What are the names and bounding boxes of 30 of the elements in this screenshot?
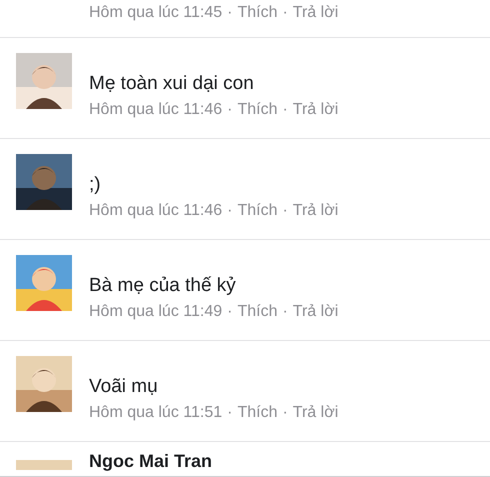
- comment-time: Hôm qua lúc 11:46: [89, 201, 222, 221]
- comment-text: Mẹ toàn xui dại con: [89, 72, 255, 96]
- like-link[interactable]: Thích: [237, 400, 278, 426]
- separator-dot: ·: [227, 201, 232, 221]
- like-link[interactable]: Thích: [237, 0, 278, 26]
- separator-dot: ·: [227, 302, 232, 322]
- comment-time: Hôm qua lúc 11:49: [89, 302, 222, 322]
- comment-text: Voãi mụ: [89, 375, 159, 399]
- comment-text: ;): [89, 173, 102, 197]
- like-link[interactable]: Thích: [237, 299, 278, 325]
- separator-dot: ·: [227, 403, 232, 423]
- reply-link[interactable]: Trả lời: [292, 97, 338, 123]
- comment-text: Bà mẹ của thế kỷ: [89, 274, 237, 298]
- commenter-name[interactable]: Ngoc Mai Tran: [89, 452, 212, 476]
- comment-time: Hôm qua lúc 11:46: [89, 100, 222, 120]
- like-link[interactable]: Thích: [237, 97, 278, 123]
- separator-dot: ·: [282, 3, 288, 23]
- separator-dot: ·: [227, 3, 232, 23]
- reply-link[interactable]: Trả lời: [292, 198, 338, 224]
- separator-dot: ·: [227, 100, 232, 120]
- comment-time: Hôm qua lúc 11:45: [89, 3, 222, 23]
- comment-time: Hôm qua lúc 11:51: [89, 403, 222, 423]
- separator-dot: ·: [282, 100, 288, 120]
- like-link[interactable]: Thích: [237, 198, 278, 224]
- separator-dot: ·: [282, 201, 288, 221]
- reply-link[interactable]: Trả lời: [292, 0, 338, 26]
- separator-dot: ·: [282, 403, 288, 423]
- reply-link[interactable]: Trả lời: [292, 400, 338, 426]
- reply-link[interactable]: Trả lời: [292, 299, 338, 325]
- separator-dot: ·: [282, 302, 288, 322]
